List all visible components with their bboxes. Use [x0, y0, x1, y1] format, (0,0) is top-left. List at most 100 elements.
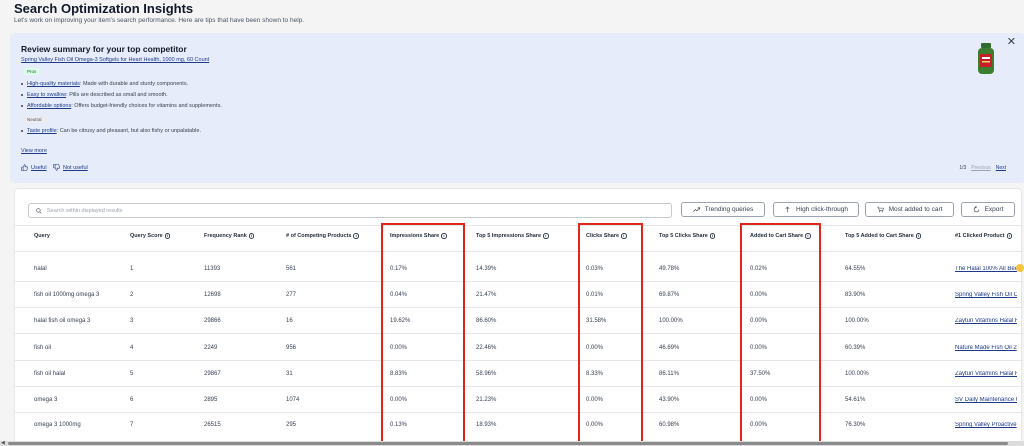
horizontal-scrollbar[interactable]: ◀: [0, 441, 1024, 446]
search-box[interactable]: [28, 203, 672, 218]
search-input[interactable]: [47, 207, 647, 214]
info-icon[interactable]: i: [164, 233, 171, 239]
column-header-clicked-product[interactable]: #1 Clicked Product i: [955, 233, 1013, 239]
pros-item: Easy to swallow: Pills are described as …: [21, 92, 168, 98]
scroll-left-icon[interactable]: ◀: [1, 441, 5, 446]
column-header-clicks-share[interactable]: Clicks Share i: [586, 233, 627, 239]
cell-top5-clicks-share: 60.98%: [659, 422, 680, 428]
card-title: Review summary for your top competitor: [21, 44, 187, 54]
cell-top5-impressions-share: 18.93%: [476, 422, 497, 428]
cell-top5-added-to-cart-share: 64.55%: [845, 266, 866, 272]
cell-query-score: 6: [130, 397, 134, 403]
cell-top5-impressions-share: 21.47%: [476, 292, 497, 298]
cell-competing-products: 1074: [286, 397, 300, 403]
cell-clicked-product[interactable]: Zaytun Vitamins Halal F: [955, 318, 1017, 324]
product-image: [978, 43, 994, 74]
cell-frequency-rank: 29866: [204, 318, 221, 324]
view-more-link[interactable]: View more: [21, 148, 47, 154]
column-header-top5-clicks-share[interactable]: Top 5 Clicks Share i: [659, 233, 716, 239]
cell-added-to-cart-share: 0.02%: [750, 266, 768, 272]
pros-item-text: : Made with durable and sturdy component…: [79, 81, 189, 87]
info-icon[interactable]: i: [543, 233, 549, 239]
cell-frequency-rank: 29867: [204, 371, 221, 377]
info-icon[interactable]: i: [709, 233, 716, 239]
cell-clicked-product[interactable]: SV Daily Maintenance C: [955, 397, 1017, 403]
cell-impressions-share: 0.04%: [390, 292, 408, 298]
column-header-top5-impressions-share[interactable]: Top 5 Impressions Share i: [476, 233, 549, 239]
cell-query-score: 4: [130, 345, 134, 351]
competitor-product-link[interactable]: Spring Valley Fish Oil Omega-3 Softgels …: [21, 57, 209, 63]
cell-added-to-cart-share: 37.50%: [750, 371, 771, 377]
cell-top5-impressions-share: 58.96%: [476, 371, 497, 377]
cell-clicked-product[interactable]: Nature Made Fish Oil 2: [955, 345, 1017, 351]
info-icon[interactable]: i: [621, 233, 627, 239]
high-click-through-button[interactable]: High click-through: [773, 202, 859, 217]
most-added-to-cart-label: Most added to cart: [888, 206, 943, 213]
row-divider: [15, 360, 1023, 361]
cell-query: fish oil 1000mg omega 3: [34, 292, 100, 298]
cell-clicked-product[interactable]: The Halal 100% All Bee: [955, 266, 1017, 272]
useful-button[interactable]: Useful: [21, 164, 47, 171]
row-divider: [15, 307, 1023, 308]
cell-added-to-cart-share: 0.00%: [750, 345, 768, 351]
info-icon[interactable]: i: [805, 233, 811, 239]
pros-item-label[interactable]: Easy to swallow: [27, 92, 66, 98]
trending-queries-button[interactable]: Trending queries: [681, 202, 765, 217]
not-useful-button[interactable]: Not useful: [53, 164, 88, 171]
next-button[interactable]: Next: [996, 165, 1006, 171]
column-header-competing-products[interactable]: # of Competing Products i: [286, 233, 359, 239]
high-click-through-label: High click-through: [795, 206, 849, 213]
cell-added-to-cart-share: 0.00%: [750, 318, 768, 324]
most-added-to-cart-button[interactable]: Most added to cart: [865, 202, 954, 217]
cell-competing-products: 956: [286, 345, 297, 351]
close-icon[interactable]: ✕: [1007, 35, 1016, 48]
pros-item-text: : Pills are described as small and smoot…: [66, 92, 168, 98]
review-pager: 1/3 Previous Next: [959, 165, 1006, 171]
assistant-icon[interactable]: [1016, 264, 1024, 272]
info-icon[interactable]: i: [1006, 233, 1013, 239]
column-header-impressions-share[interactable]: Impressions Share i: [390, 233, 447, 239]
column-header-query-score[interactable]: Query Score i: [130, 233, 171, 239]
page-subtitle: Let's work on improving your item's sear…: [14, 17, 305, 24]
cell-frequency-rank: 26515: [204, 422, 221, 428]
divider: [15, 225, 1023, 226]
trending-queries-label: Trending queries: [704, 206, 754, 213]
cell-query: fish oil: [34, 345, 52, 351]
column-header-added-to-cart-share[interactable]: Added to Cart Share i: [750, 233, 811, 239]
column-header-frequency-rank[interactable]: Frequency Rank i: [204, 233, 255, 239]
competitor-review-card: Review summary for your top competitor S…: [10, 33, 1024, 183]
cell-top5-clicks-share: 69.87%: [659, 292, 680, 298]
cell-impressions-share: 0.17%: [390, 266, 408, 272]
export-button[interactable]: Export: [961, 202, 1015, 217]
column-header-top5-added-to-cart-share[interactable]: Top 5 Added to Cart Share i: [845, 233, 922, 239]
cell-top5-added-to-cart-share: 100.00%: [845, 318, 869, 324]
info-icon[interactable]: i: [353, 233, 359, 239]
info-icon[interactable]: i: [248, 233, 255, 239]
cell-clicked-product[interactable]: Spring Valley Fish Oil O: [955, 292, 1017, 298]
pros-tag: Pros: [23, 68, 41, 75]
cell-competing-products: 31: [286, 371, 293, 377]
cell-top5-impressions-share: 21.23%: [476, 397, 497, 403]
column-header-query[interactable]: Query: [34, 233, 50, 239]
cell-top5-clicks-share: 100.00%: [659, 318, 683, 324]
info-icon[interactable]: i: [915, 233, 922, 239]
pros-item-label[interactable]: High-quality materials: [27, 81, 80, 87]
cell-top5-clicks-share: 43.90%: [659, 397, 680, 403]
neutral-item-label[interactable]: Taste profile: [27, 128, 57, 134]
export-icon: [973, 206, 979, 213]
cell-clicked-product[interactable]: Spring Valley Proactive: [955, 422, 1017, 428]
pros-item-label[interactable]: Affordable options: [27, 103, 71, 109]
cell-added-to-cart-share: 0.00%: [750, 292, 768, 298]
cell-top5-clicks-share: 86.11%: [659, 371, 679, 377]
scrollbar-thumb[interactable]: [8, 442, 1008, 445]
cell-top5-added-to-cart-share: 60.39%: [845, 345, 866, 351]
cell-query: halal: [34, 266, 47, 272]
cell-clicks-share: 31.58%: [586, 318, 607, 324]
cell-query: omega 3: [34, 397, 58, 403]
cell-clicks-share: 0.00%: [586, 422, 604, 428]
arrow-up-icon: [785, 206, 790, 213]
cell-clicked-product[interactable]: Zaytun Vitamins Halal F: [955, 371, 1017, 377]
info-icon[interactable]: i: [441, 233, 447, 239]
previous-button[interactable]: Previous: [971, 165, 990, 171]
cell-top5-impressions-share: 22.46%: [476, 345, 497, 351]
